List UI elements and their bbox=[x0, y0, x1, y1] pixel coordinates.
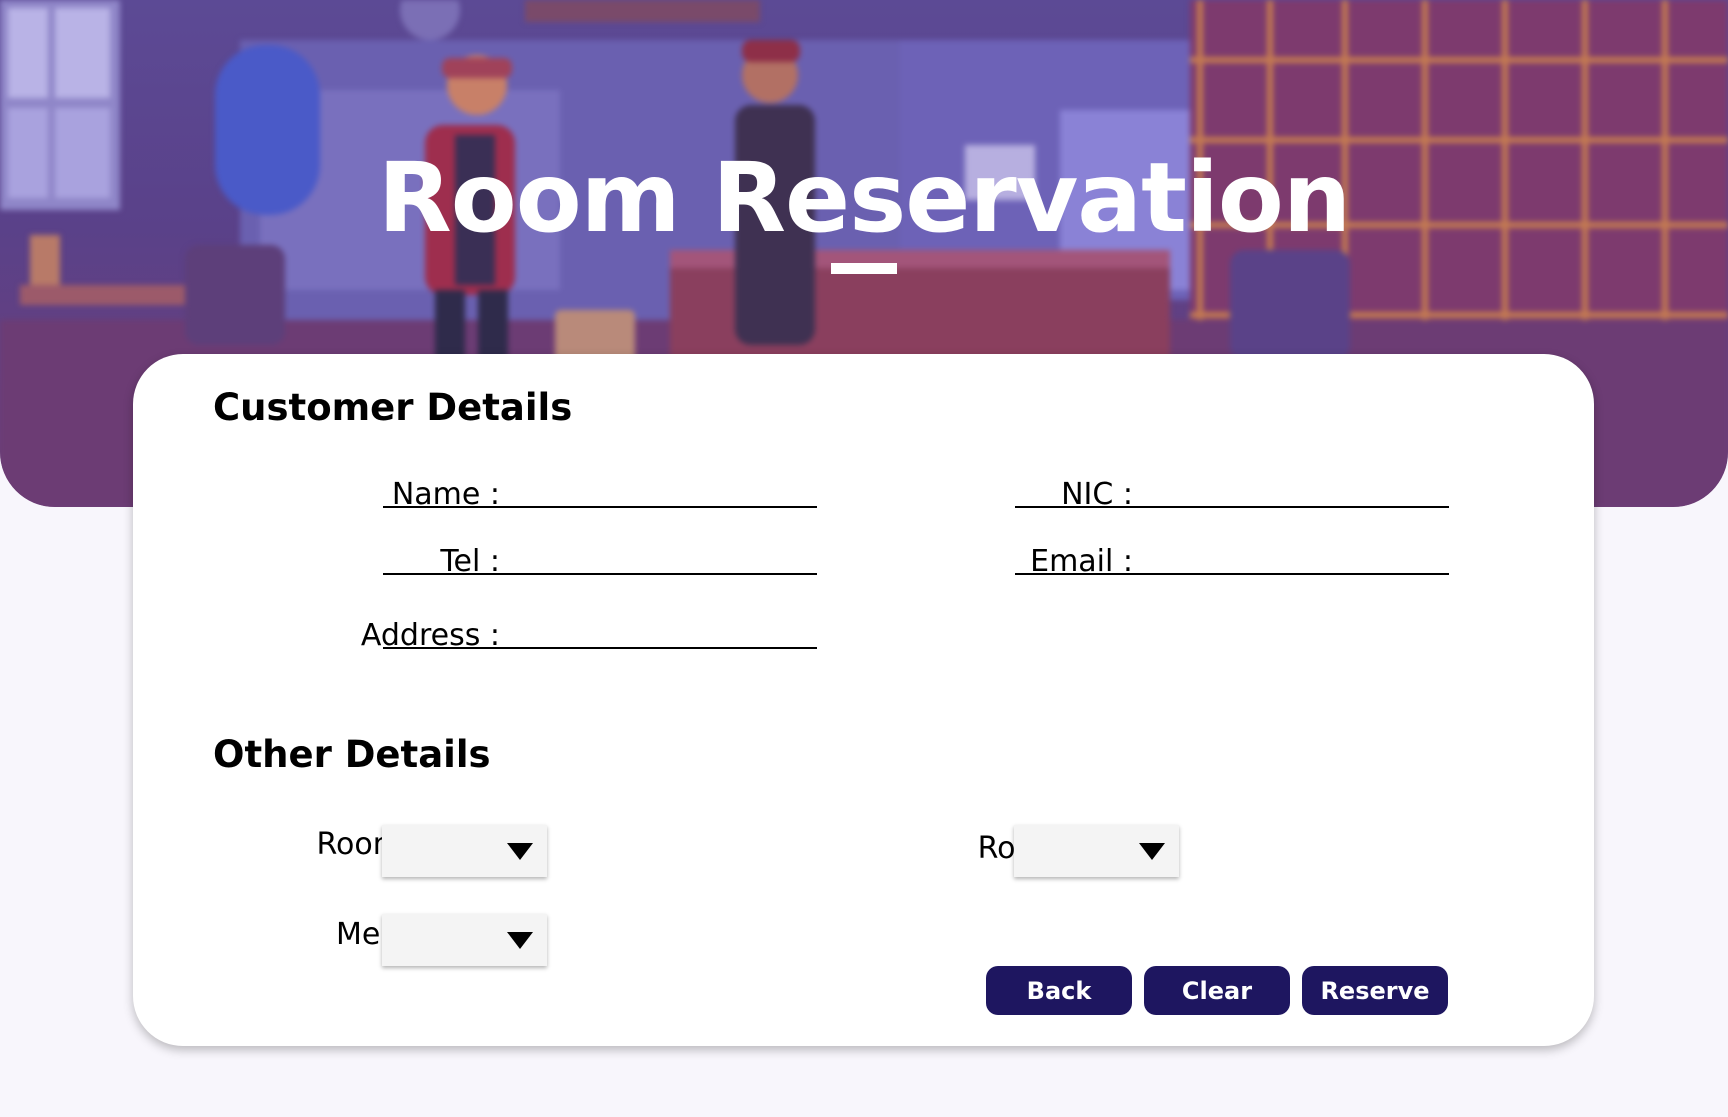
tel-input[interactable] bbox=[383, 543, 817, 575]
address-input[interactable] bbox=[383, 617, 817, 649]
room-type-select[interactable] bbox=[382, 825, 547, 877]
page-title: Room Reservation bbox=[377, 142, 1351, 254]
title-underline-accent bbox=[831, 263, 897, 274]
chevron-down-icon bbox=[507, 843, 533, 860]
room-no-select[interactable] bbox=[1014, 825, 1179, 877]
nic-input[interactable] bbox=[1015, 476, 1449, 508]
meal-plan-select[interactable] bbox=[382, 914, 547, 966]
name-input[interactable] bbox=[383, 476, 817, 508]
reserve-button[interactable]: Reserve bbox=[1302, 966, 1448, 1015]
customer-details-heading: Customer Details bbox=[213, 386, 573, 429]
other-details-heading: Other Details bbox=[213, 733, 491, 776]
chevron-down-icon bbox=[507, 932, 533, 949]
chevron-down-icon bbox=[1139, 843, 1165, 860]
back-button[interactable]: Back bbox=[986, 966, 1132, 1015]
clear-button[interactable]: Clear bbox=[1144, 966, 1290, 1015]
reservation-form-card: Customer Details Name : NIC : Tel : Emai… bbox=[133, 354, 1594, 1046]
email-input[interactable] bbox=[1015, 543, 1449, 575]
